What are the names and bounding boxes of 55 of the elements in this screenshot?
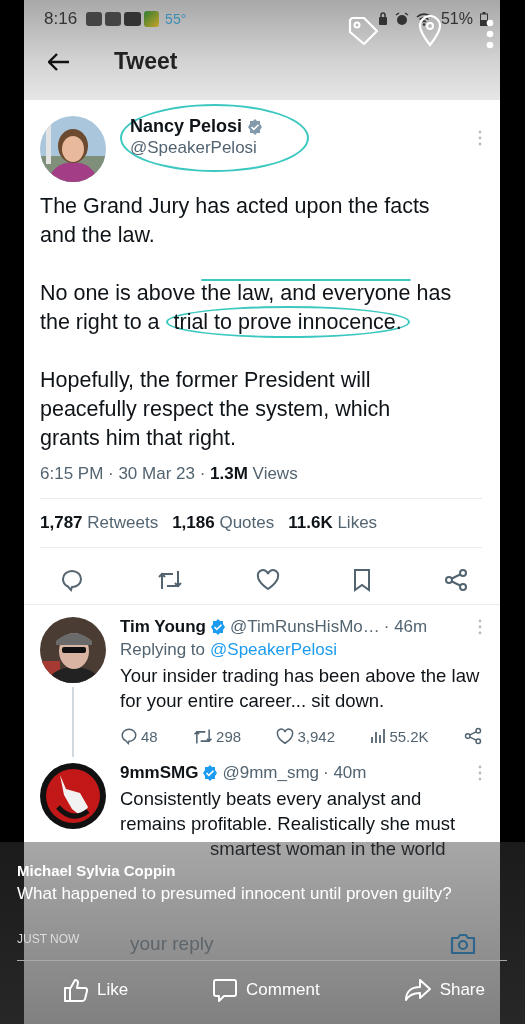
tweet-timestamp: 6:15 PM · 30 Mar 23 · 1.3M Views [40, 464, 299, 484]
bar-chart-icon[interactable] [370, 728, 387, 744]
page-title: Tweet [114, 48, 178, 75]
tweet-text: The Grand Jury has acted upon the facts and the law. [40, 193, 431, 249]
bookmark-icon[interactable] [353, 568, 371, 592]
location-pin-icon[interactable] [418, 15, 442, 47]
lock-icon [377, 12, 388, 26]
app-icon [86, 12, 103, 26]
action-count: 55.2K [389, 727, 429, 745]
alarm-icon [394, 12, 409, 26]
share-arrow-icon [403, 978, 432, 1002]
thumbs-up-icon [63, 977, 89, 1003]
more-options-icon[interactable] [486, 19, 494, 49]
battery-icon [480, 12, 488, 26]
battery-level: 51% [440, 10, 473, 28]
action-count: 48 [141, 727, 158, 745]
author-name: Nancy Pelosi [130, 116, 243, 137]
author-name: Tim Young [120, 617, 206, 637]
reply-text: Your insider trading has been above the law for your entire career... sit down. [120, 664, 481, 713]
reply-time: · 40m [323, 763, 367, 783]
share-icon[interactable] [463, 727, 482, 745]
status-time: 8:16 [44, 9, 78, 29]
tweet-text: No one is above the law, and everyone has the right to a trial to prove innocence. [40, 279, 455, 337]
action-count: 298 [216, 727, 242, 745]
app-icon [105, 12, 122, 26]
comment-button[interactable]: Comment [212, 977, 320, 1003]
wifi-icon [415, 12, 432, 26]
reply-icon[interactable] [120, 727, 138, 745]
author-name: 9mmSMG [120, 763, 199, 783]
heart-icon[interactable] [276, 727, 295, 745]
retweet-icon[interactable] [193, 727, 214, 745]
heart-icon[interactable] [256, 569, 280, 591]
back-arrow-icon[interactable] [48, 52, 70, 71]
author-handle: @9mm_smg [222, 763, 320, 783]
action-count: 3,942 [297, 727, 335, 745]
author-handle: @SpeakerPelosi [130, 138, 258, 158]
app-icon [124, 12, 142, 26]
speech-bubble-icon [212, 977, 239, 1003]
mention-link[interactable]: @SpeakerPelosi [210, 640, 337, 660]
temperature: 55° [165, 11, 187, 27]
share-icon[interactable] [444, 568, 468, 592]
thread-line [72, 687, 74, 757]
reply-time: · 46m [383, 617, 428, 637]
reply-text: smartest woman in the world [209, 837, 447, 861]
author-handle: @TimRunsHisMo… [229, 617, 380, 637]
engagement-count[interactable]: 11.6K Likes [288, 513, 378, 533]
replying-label: Replying to [120, 640, 206, 660]
tweet-text: Hopefully, the former President will peacefully respect the system, which grants him that right. [40, 367, 392, 452]
like-button[interactable]: Like [63, 977, 129, 1003]
engagement-count[interactable]: 1,787 Retweets [40, 513, 159, 533]
share-button[interactable]: Share [403, 977, 485, 1003]
retweet-icon[interactable] [157, 569, 183, 591]
app-icon [144, 11, 160, 27]
engagement-count[interactable]: 1,186 Quotes [172, 513, 275, 533]
reply-icon[interactable] [60, 568, 84, 592]
